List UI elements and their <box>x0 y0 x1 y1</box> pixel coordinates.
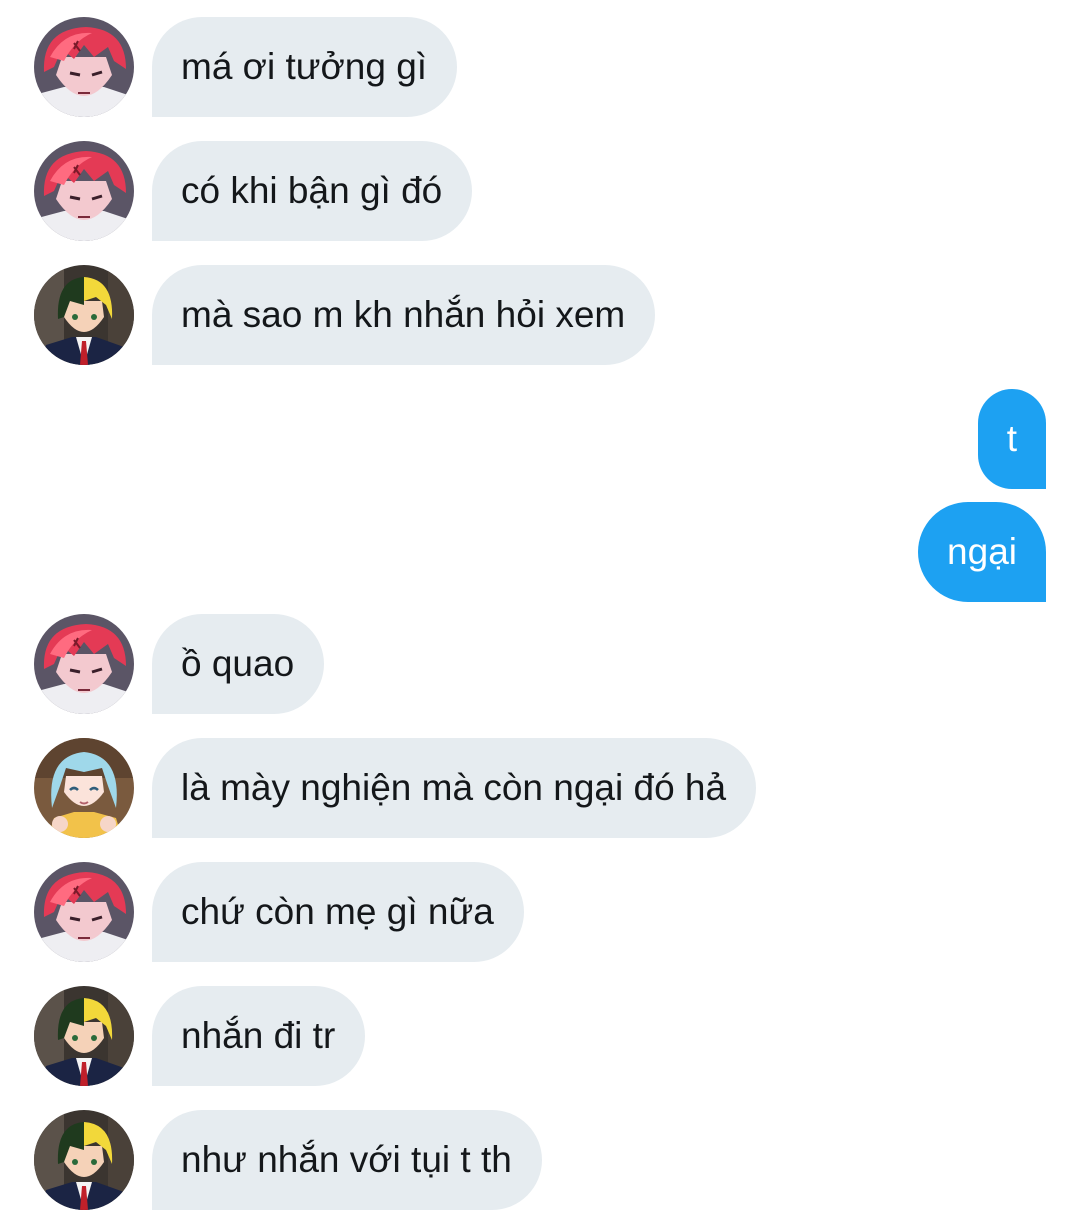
message-text: má ơi tưởng gì <box>181 46 428 87</box>
anime-red-hair-avatar-icon <box>34 614 134 714</box>
anime-green-yellow-hair-avatar-icon <box>34 265 134 365</box>
avatar-red-hair[interactable] <box>34 862 134 962</box>
message-row: t <box>0 389 1080 489</box>
message-row: ngại <box>0 502 1080 602</box>
avatar-red-hair[interactable] <box>34 614 134 714</box>
message-text: t <box>1006 418 1017 459</box>
anime-red-hair-avatar-icon <box>34 141 134 241</box>
message-text: có khi bận gì đó <box>181 170 443 211</box>
anime-blue-hair-avatar-icon <box>34 738 134 838</box>
anime-green-yellow-hair-avatar-icon <box>34 986 134 1086</box>
message-text: ngại <box>947 531 1017 572</box>
avatar-green-yellow-hair[interactable] <box>34 265 134 365</box>
message-row: có khi bận gì đó <box>0 141 1080 241</box>
avatar-green-yellow-hair[interactable] <box>34 986 134 1086</box>
message-bubble-received[interactable]: ồ quao <box>152 614 325 714</box>
message-row: là mày nghiện mà còn ngại đó hả <box>0 738 1080 838</box>
anime-red-hair-avatar-icon <box>34 17 134 117</box>
message-bubble-received[interactable]: có khi bận gì đó <box>152 141 473 241</box>
message-bubble-received[interactable]: má ơi tưởng gì <box>152 17 458 117</box>
message-bubble-sent[interactable]: t <box>977 389 1046 489</box>
message-row: má ơi tưởng gì <box>0 17 1080 117</box>
message-bubble-received[interactable]: nhắn đi tr <box>152 986 366 1086</box>
message-text: như nhắn với tụi t th <box>181 1139 512 1180</box>
message-row: ồ quao <box>0 614 1080 714</box>
message-row: chứ còn mẹ gì nữa <box>0 862 1080 962</box>
message-bubble-sent[interactable]: ngại <box>918 502 1046 602</box>
avatar-green-yellow-hair[interactable] <box>34 1110 134 1210</box>
anime-green-yellow-hair-avatar-icon <box>34 1110 134 1210</box>
message-row: nhắn đi tr <box>0 986 1080 1086</box>
chat-thread: má ơi tưởng gì có khi bận gì đó mà sao m… <box>0 0 1080 1221</box>
message-text: là mày nghiện mà còn ngại đó hả <box>181 767 727 808</box>
message-bubble-received[interactable]: như nhắn với tụi t th <box>152 1110 542 1210</box>
avatar-blue-hair[interactable] <box>34 738 134 838</box>
message-row: như nhắn với tụi t th <box>0 1110 1080 1210</box>
message-text: chứ còn mẹ gì nữa <box>181 891 494 932</box>
avatar-red-hair[interactable] <box>34 141 134 241</box>
avatar-red-hair[interactable] <box>34 17 134 117</box>
message-bubble-received[interactable]: là mày nghiện mà còn ngại đó hả <box>152 738 757 838</box>
message-text: mà sao m kh nhắn hỏi xem <box>181 294 626 335</box>
message-text: nhắn đi tr <box>181 1015 336 1056</box>
message-row: mà sao m kh nhắn hỏi xem <box>0 265 1080 365</box>
message-text: ồ quao <box>181 643 295 684</box>
anime-red-hair-avatar-icon <box>34 862 134 962</box>
message-bubble-received[interactable]: chứ còn mẹ gì nữa <box>152 862 524 962</box>
message-bubble-received[interactable]: mà sao m kh nhắn hỏi xem <box>152 265 656 365</box>
